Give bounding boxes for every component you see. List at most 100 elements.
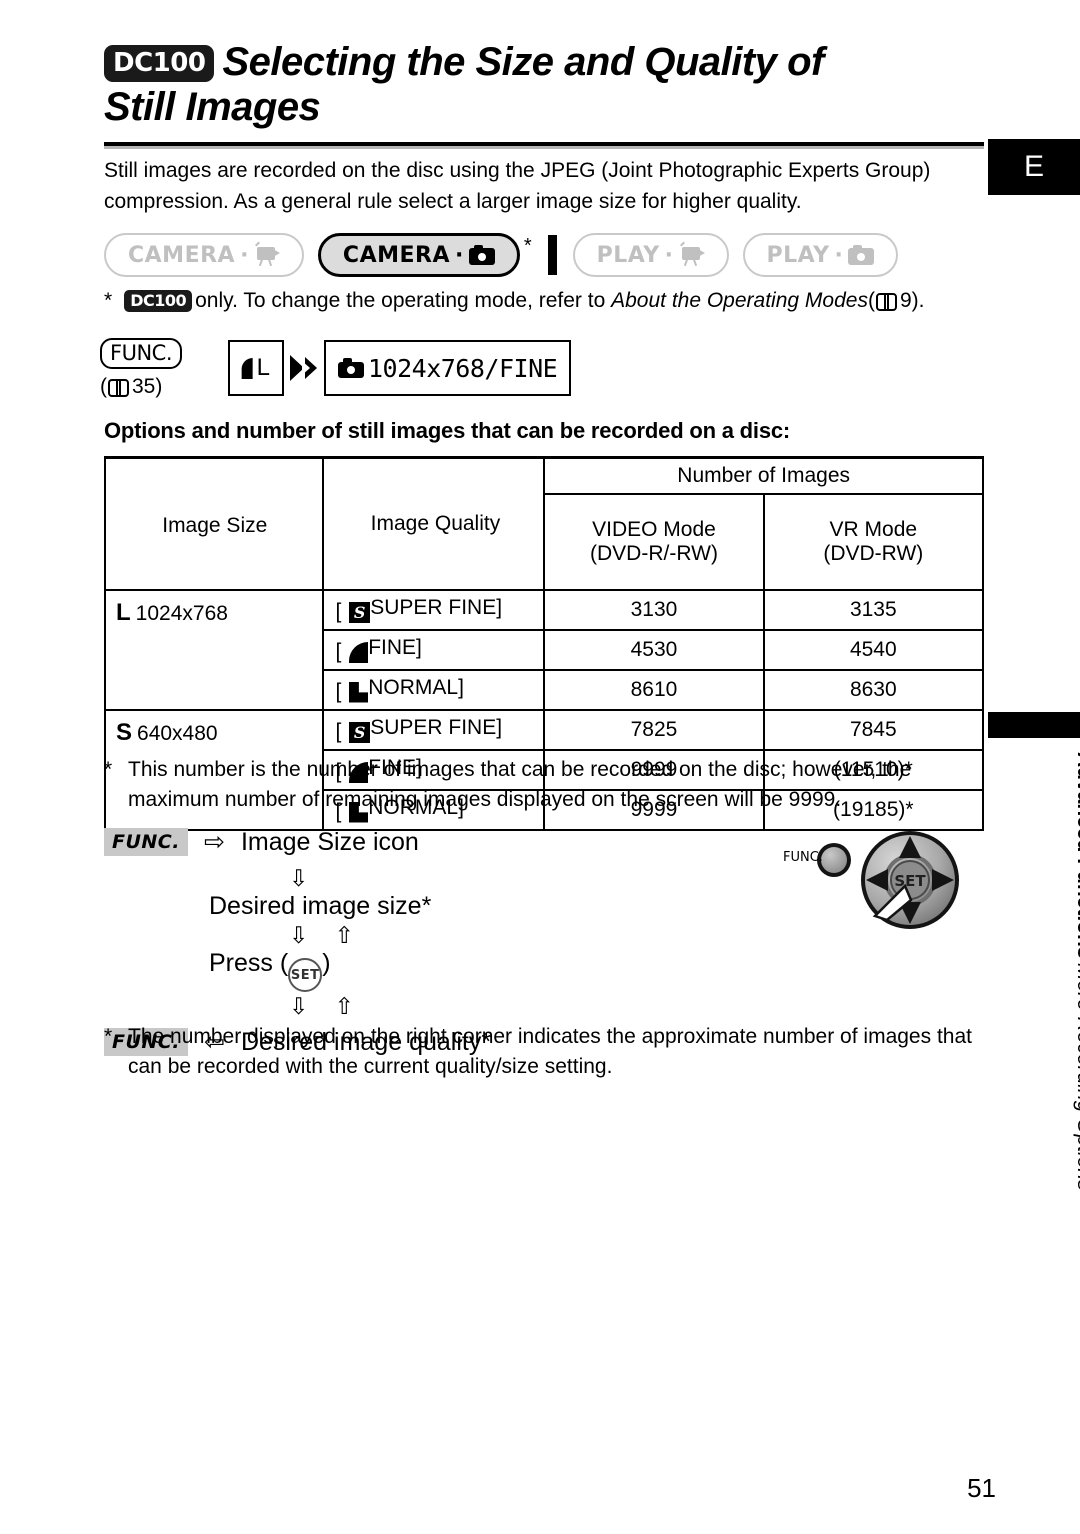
- page-number: 51: [967, 1473, 996, 1503]
- header-video-mode-line1: VIDEO Mode: [592, 518, 716, 541]
- page-title: DC100 Selecting the Size and Quality of S…: [104, 40, 984, 130]
- intro-paragraph: Still images are recorded on the disc us…: [104, 159, 931, 213]
- quality-label-l-superfine: SUPER FINE: [370, 596, 497, 619]
- header-vr-mode-line1: VR Mode: [829, 518, 918, 541]
- header-image-size: Image Size: [104, 456, 324, 591]
- procedure-footnote: * The number displayed on the right corn…: [104, 1022, 984, 1082]
- footnote-1-text: This number is the number of images that…: [128, 758, 912, 811]
- mode-label-play-photo: PLAY: [766, 242, 830, 268]
- mode-label-play-movie: PLAY: [596, 242, 660, 268]
- mode-label-camera-photo: CAMERA: [342, 242, 450, 268]
- side-tab-labels: Advanced Functions More Recording Option…: [1070, 752, 1080, 1191]
- fine-icon: [349, 641, 369, 663]
- func-ref-page: 35: [132, 375, 156, 398]
- side-tab-marker: [988, 712, 1080, 738]
- dc100-badge: DC100: [104, 45, 215, 82]
- set-button-icon[interactable]: SET: [288, 958, 323, 992]
- photo-camera-icon-2: [848, 245, 875, 265]
- header-video-mode: VIDEO Mode (DVD-R/-RW): [543, 494, 765, 591]
- table-row: L 1024x768 [ S SUPER FINE] 3130 3135: [104, 590, 985, 711]
- mode-label-camera-movie: CAMERA: [128, 242, 236, 268]
- fine-quality-icon: [242, 357, 253, 379]
- cell-vr-l-superfine: 3135: [763, 590, 985, 631]
- mode-button-play-photo[interactable]: PLAY ·: [742, 233, 899, 277]
- normal-icon: [349, 682, 368, 703]
- cell-quality-l-superfine: [ S SUPER FINE]: [322, 590, 546, 631]
- quality-label-l-normal: NORMAL: [368, 676, 459, 699]
- footnote-2-text: The number displayed on the right corner…: [128, 1025, 972, 1078]
- mode-asterisk: *: [523, 235, 532, 257]
- func-ref-paren-open: (: [100, 375, 107, 398]
- mode-footnote-paren-open: (: [867, 289, 875, 312]
- mode-footnote-text: only. To change the operating mode, refe…: [195, 289, 612, 312]
- mode-group-divider: [547, 235, 557, 275]
- title-text-1: Selecting the Size and Quality of: [222, 40, 824, 84]
- display-value-text: 1024x768/FINE: [368, 353, 558, 383]
- side-tab-section: More Recording Options: [1073, 962, 1080, 1191]
- section-heading: Options and number of still images that …: [104, 418, 791, 443]
- photo-camera-icon: [468, 245, 495, 265]
- footnote-2-star: *: [104, 1025, 113, 1048]
- footnote-1-star: *: [104, 758, 113, 781]
- func-button-pill[interactable]: FUNC.: [100, 338, 182, 369]
- language-tab: E: [988, 139, 1080, 195]
- mode-separator-dot: ·: [240, 242, 249, 268]
- size-letter-label: L: [256, 354, 270, 381]
- func-page-reference: (35): [100, 375, 182, 399]
- title-line-1: DC100 Selecting the Size and Quality of: [104, 40, 984, 85]
- cell-quality-s-superfine: [ S SUPER FINE]: [322, 710, 546, 751]
- table-footnote: * This number is the number of images th…: [104, 755, 974, 815]
- mode-button-camera-movie[interactable]: CAMERA ·: [104, 233, 304, 277]
- header-vr-mode: VR Mode (DVD-RW): [763, 494, 985, 591]
- operating-mode-row: CAMERA · CAMERA · * PLAY · PLAY ·: [104, 233, 899, 277]
- cell-vr-s-superfine: 7845: [763, 710, 985, 751]
- cell-video-l-superfine: 3130: [544, 590, 765, 631]
- photo-camera-icon-3: [338, 358, 364, 378]
- arrow-updown-icon-1: ⇩ ⇧: [289, 922, 364, 948]
- size-letter-l: L: [116, 599, 131, 626]
- display-arrow-icon: [284, 340, 324, 396]
- mode-footnote-page: 9: [899, 289, 912, 312]
- procedure-step-1-text: Image Size icon: [240, 827, 419, 856]
- mode-footnote: * DC100 only. To change the operating mode…: [104, 286, 1004, 316]
- mode-separator-dot-4: ·: [834, 242, 844, 268]
- mode-button-play-movie[interactable]: PLAY ·: [572, 233, 729, 277]
- header-number-of-images: Number of Images: [544, 456, 984, 495]
- set-label: SET: [894, 872, 926, 890]
- arrow-down-icon-1: ⇩: [289, 865, 319, 891]
- onscreen-display-example: L 1024x768/FINE: [228, 340, 572, 396]
- arrow-updown-icon-2: ⇩ ⇧: [289, 993, 364, 1019]
- side-tab-chapter: Advanced Functions: [1073, 752, 1080, 959]
- cell-video-s-superfine: 7825: [544, 710, 765, 751]
- header-video-mode-line2: (DVD-R/-RW): [590, 542, 718, 565]
- image-size-box: L: [228, 340, 284, 396]
- cell-quality-l-normal: [ NORMAL]: [321, 670, 546, 711]
- func-ref-paren-close: ): [155, 375, 163, 398]
- manual-book-icon: [875, 292, 897, 311]
- func-reference-block: FUNC. (35): [100, 338, 182, 399]
- procedure-step-1: FUNC. ⇨ Image Size icon: [104, 820, 724, 864]
- procedure-step-3-prefix: Press (: [209, 949, 289, 977]
- cell-video-l-normal: 8610: [544, 670, 765, 711]
- procedure-step-2-text: Desired image size*: [209, 892, 432, 920]
- manual-page: DC100 Selecting the Size and Quality of S…: [0, 0, 1080, 1534]
- func-button-label: FUNC.: [783, 850, 823, 865]
- header-image-quality: Image Quality: [322, 456, 546, 591]
- cell-vr-l-normal: 8630: [763, 670, 985, 711]
- table-header-row-1: Image Size Image Quality Number of Image…: [104, 456, 984, 591]
- header-vr-mode-line2: (DVD-RW): [823, 542, 924, 565]
- title-line-2: Still Images: [104, 85, 321, 129]
- title-divider: [104, 142, 984, 149]
- mode-separator-dot-3: ·: [664, 242, 674, 268]
- cell-video-l-fine: 4530: [544, 630, 765, 671]
- size-value-s: 640x480: [137, 722, 218, 745]
- func-button-inner: [821, 847, 847, 873]
- movie-camera-icon: [254, 241, 280, 267]
- dc100-badge-inline: DC100: [124, 290, 193, 312]
- mode-footnote-paren-close: ).: [911, 289, 925, 312]
- cell-vr-l-fine: 4540: [763, 630, 985, 671]
- cell-quality-l-fine: [ FINE]: [321, 630, 546, 671]
- func-tag-1[interactable]: FUNC.: [104, 828, 188, 856]
- mode-button-camera-photo[interactable]: CAMERA ·: [317, 233, 520, 277]
- procedure-step-3: Press (SET): [209, 949, 724, 992]
